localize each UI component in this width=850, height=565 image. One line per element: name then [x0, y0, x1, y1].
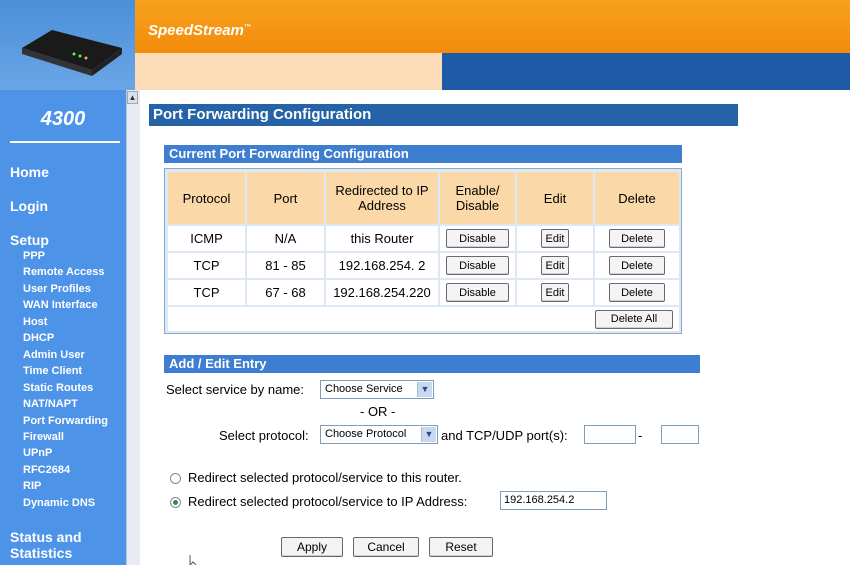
- table-row-delete: Delete: [595, 253, 679, 278]
- cell-port: N/A: [247, 226, 324, 251]
- col-redirect: Redirected to IP Address: [326, 172, 438, 224]
- cancel-button[interactable]: Cancel: [353, 537, 419, 557]
- nav-setup[interactable]: Setup: [10, 232, 49, 248]
- radio-ip-label: Redirect selected protocol/service to IP…: [188, 494, 468, 509]
- ip-address-input[interactable]: 192.168.254.2: [500, 491, 607, 510]
- nav-home[interactable]: Home: [10, 164, 49, 180]
- table-row: Disable: [440, 253, 515, 278]
- chevron-down-icon: ▼: [421, 427, 436, 442]
- radio-router-label: Redirect selected protocol/service to th…: [188, 470, 462, 485]
- col-port: Port: [247, 172, 324, 224]
- port-end-input[interactable]: [661, 425, 699, 444]
- col-protocol: Protocol: [168, 172, 245, 224]
- table-row: Disable: [440, 280, 515, 305]
- cell-protocol: TCP: [168, 280, 245, 305]
- divider: [10, 141, 120, 143]
- nav-remote-access[interactable]: Remote Access: [23, 266, 105, 278]
- nav-port-forwarding[interactable]: Port Forwarding: [23, 415, 108, 427]
- cursor-icon: [189, 555, 197, 565]
- table-row-delete: Delete: [595, 226, 679, 251]
- service-label: Select service by name:: [166, 382, 305, 397]
- port-start-input[interactable]: [584, 425, 636, 444]
- nav-rip[interactable]: RIP: [23, 480, 41, 492]
- cell-ip: this Router: [326, 226, 438, 251]
- nav-status-statistics[interactable]: Status and Statistics: [10, 529, 110, 561]
- brand-logo: SpeedStream™: [148, 22, 251, 39]
- cell-ip: 192.168.254. 2: [326, 253, 438, 278]
- nav-host[interactable]: Host: [23, 316, 47, 328]
- page-title: Port Forwarding Configuration: [153, 106, 372, 123]
- sidebar-scrollbar[interactable]: [126, 90, 140, 565]
- sidebar: [0, 90, 126, 565]
- nav-firewall[interactable]: Firewall: [23, 431, 64, 443]
- nav-time-client[interactable]: Time Client: [23, 365, 82, 377]
- edit-button[interactable]: Edit: [541, 229, 569, 248]
- nav-dynamic-dns[interactable]: Dynamic DNS: [23, 497, 95, 509]
- reset-button[interactable]: Reset: [429, 537, 493, 557]
- port-forwarding-table: Protocol Port Redirected to IP Address E…: [164, 168, 682, 334]
- chevron-down-icon: ▼: [417, 382, 432, 397]
- table-footer: Delete All: [168, 307, 679, 331]
- delete-button[interactable]: Delete: [609, 256, 665, 275]
- protocol-label: Select protocol:: [219, 428, 309, 443]
- table-row-edit: Edit: [517, 280, 593, 305]
- modem-icon: [22, 30, 122, 76]
- col-delete: Delete: [595, 172, 679, 224]
- nav-admin-user[interactable]: Admin User: [23, 349, 85, 361]
- table-row: Disable: [440, 226, 515, 251]
- service-select[interactable]: Choose Service ▼: [320, 380, 434, 399]
- cell-protocol: ICMP: [168, 226, 245, 251]
- add-edit-header: Add / Edit Entry: [164, 355, 700, 373]
- delete-all-button[interactable]: Delete All: [595, 309, 673, 329]
- model-number: 4300: [40, 108, 86, 130]
- apply-button[interactable]: Apply: [281, 537, 343, 557]
- nav-dhcp[interactable]: DHCP: [23, 332, 54, 344]
- radio-redirect-ip[interactable]: [170, 497, 181, 508]
- nav-ppp[interactable]: PPP: [23, 250, 45, 262]
- port-label: and TCP/UDP port(s):: [441, 428, 568, 443]
- nav-wan-interface[interactable]: WAN Interface: [23, 299, 98, 311]
- header-strip: [135, 53, 442, 90]
- cell-ip: 192.168.254.220: [326, 280, 438, 305]
- header-strip-blue: [442, 53, 850, 90]
- page-title-bar: Port Forwarding Configuration: [149, 104, 738, 126]
- or-separator: - OR -: [360, 404, 396, 419]
- delete-button[interactable]: Delete: [609, 283, 665, 302]
- table-row-delete: Delete: [595, 280, 679, 305]
- radio-redirect-router[interactable]: [170, 473, 181, 484]
- table-row-edit: Edit: [517, 253, 593, 278]
- nav-login[interactable]: Login: [10, 198, 48, 214]
- current-config-header: Current Port Forwarding Configuration: [164, 145, 682, 163]
- disable-button[interactable]: Disable: [446, 283, 509, 302]
- disable-button[interactable]: Disable: [446, 229, 509, 248]
- nav-upnp[interactable]: UPnP: [23, 447, 52, 459]
- disable-button[interactable]: Disable: [446, 256, 509, 275]
- cell-protocol: TCP: [168, 253, 245, 278]
- nav-static-routes[interactable]: Static Routes: [23, 382, 93, 394]
- scroll-up-icon[interactable]: ▲: [127, 91, 138, 104]
- nav-rfc2684[interactable]: RFC2684: [23, 464, 70, 476]
- cell-port: 67 - 68: [247, 280, 324, 305]
- col-edit: Edit: [517, 172, 593, 224]
- delete-button[interactable]: Delete: [609, 229, 665, 248]
- protocol-select[interactable]: Choose Protocol ▼: [320, 425, 438, 444]
- port-range-separator: -: [638, 428, 643, 443]
- table-row-edit: Edit: [517, 226, 593, 251]
- nav-user-profiles[interactable]: User Profiles: [23, 283, 91, 295]
- edit-button[interactable]: Edit: [541, 283, 569, 302]
- edit-button[interactable]: Edit: [541, 256, 569, 275]
- cell-port: 81 - 85: [247, 253, 324, 278]
- col-enable: Enable/ Disable: [440, 172, 515, 224]
- nav-nat-napt[interactable]: NAT/NAPT: [23, 398, 78, 410]
